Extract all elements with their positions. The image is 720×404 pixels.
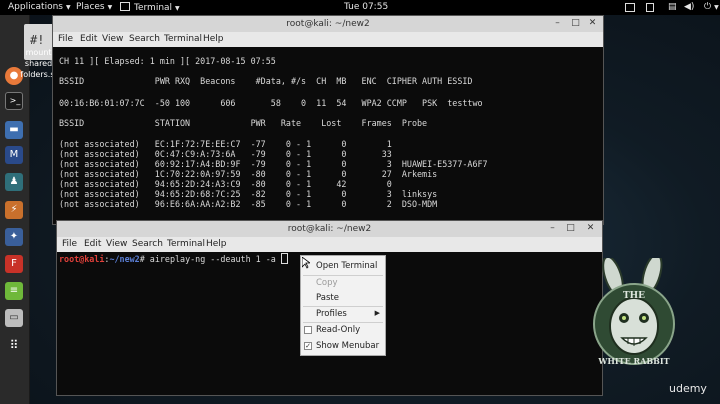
desktop-label-line: shared- bbox=[24, 59, 56, 68]
menubar: File Edit View Search Terminal Help bbox=[57, 237, 602, 252]
metasploit-icon[interactable]: M bbox=[5, 146, 23, 164]
armitage-icon[interactable]: ♟ bbox=[5, 173, 23, 191]
output-line: BSSID STATION PWR Rate Lost Frames Probe bbox=[59, 118, 428, 128]
menu-item-label: Copy bbox=[316, 278, 338, 288]
output-line: (not associated) 96:E6:6A:AA:A2:B2 -85 0… bbox=[59, 199, 438, 209]
faraday-icon[interactable]: F bbox=[5, 255, 23, 273]
top-panel: Applications ▼ Places ▼ Terminal ▼ Tue 07:5… bbox=[0, 0, 720, 15]
text-cursor bbox=[280, 253, 288, 264]
output-line: (not associated) 94:65:2D:68:7C:25 -82 0… bbox=[59, 189, 438, 199]
terminal-app-icon bbox=[120, 2, 130, 11]
menu-search[interactable]: Search bbox=[129, 34, 160, 44]
output-line: 00:16:B6:01:07:7C -50 100 606 58 0 11 54… bbox=[59, 98, 483, 108]
menubar: File Edit View Search Terminal Help bbox=[53, 32, 603, 47]
menu-file[interactable]: File bbox=[58, 34, 73, 44]
menu-item-label: Show Menubar bbox=[316, 341, 380, 351]
terminal-app-menu[interactable]: Terminal ▼ bbox=[120, 2, 180, 13]
output-line: (not associated) 0C:47:C9:A:73:6A -79 0 … bbox=[59, 149, 392, 159]
menu-edit[interactable]: Edit bbox=[80, 34, 97, 44]
menu-item-label: Read-Only bbox=[316, 325, 361, 335]
places-menu[interactable]: Places ▼ bbox=[76, 2, 112, 12]
burpsuite-icon[interactable]: ⚡ bbox=[5, 201, 23, 219]
command-text: aireplay-ng --deauth 1 -a bbox=[144, 254, 281, 264]
output-line: BSSID PWR RXQ Beacons #Data, #/s CH MB E… bbox=[59, 76, 473, 86]
menu-item-copy[interactable]: Copy bbox=[301, 276, 385, 290]
prompt-path: ~/new2 bbox=[109, 254, 140, 264]
desktop-label-line: mount- bbox=[25, 48, 55, 57]
minimize-icon[interactable]: – bbox=[547, 223, 558, 234]
menu-view[interactable]: View bbox=[102, 34, 123, 44]
menu-help[interactable]: Help bbox=[203, 34, 224, 44]
prompt-user: root@kali bbox=[59, 254, 105, 264]
terminal-app-label: Terminal bbox=[134, 3, 173, 13]
network-icon[interactable]: ▤ bbox=[668, 2, 677, 12]
screen-icon[interactable] bbox=[646, 3, 654, 12]
rabbit-emblem-icon: THE WHITE RABBIT bbox=[593, 253, 675, 366]
chevron-right-icon: ▶ bbox=[374, 309, 380, 317]
window-title: root@kali: ~/new2 bbox=[287, 224, 372, 234]
chevron-down-icon: ▼ bbox=[714, 4, 719, 11]
output-line: CH 11 ][ Elapsed: 1 min ][ 2017-08-15 07… bbox=[59, 56, 276, 66]
terminal-window-airodump[interactable]: root@kali: ~/new2 – □ ✕ File Edit View S… bbox=[52, 15, 604, 225]
workspace-icon[interactable] bbox=[625, 3, 635, 12]
close-icon[interactable]: ✕ bbox=[585, 223, 596, 234]
menu-file[interactable]: File bbox=[62, 239, 77, 249]
menu-help[interactable]: Help bbox=[206, 239, 227, 249]
menu-terminal[interactable]: Terminal bbox=[164, 34, 202, 44]
chevron-down-icon: ▼ bbox=[175, 5, 180, 12]
terminal-output: CH 11 ][ Elapsed: 1 min ][ 2017-08-15 07… bbox=[59, 56, 488, 209]
beef-icon[interactable]: ✦ bbox=[5, 228, 23, 246]
menu-item-label: Open Terminal bbox=[316, 261, 378, 271]
terminal-icon[interactable]: >_ bbox=[5, 92, 23, 110]
window-titlebar[interactable]: root@kali: ~/new2 – □ ✕ bbox=[57, 221, 602, 237]
output-line: (not associated) 94:65:2D:24:A3:C9 -80 0… bbox=[59, 179, 392, 189]
show-menubar-checkbox[interactable]: ✓ bbox=[304, 342, 312, 350]
chevron-down-icon: ▼ bbox=[107, 4, 113, 11]
menu-item-show-menubar[interactable]: ✓ Show Menubar bbox=[301, 339, 385, 353]
udemy-brand-label: udemy bbox=[669, 382, 707, 395]
places-label: Places bbox=[76, 2, 105, 12]
white-rabbit-logo: THE WHITE RABBIT bbox=[586, 253, 682, 376]
applications-menu[interactable]: Applications ▼ bbox=[8, 2, 71, 12]
menu-item-paste[interactable]: Paste bbox=[301, 291, 385, 305]
window-titlebar[interactable]: root@kali: ~/new2 – □ ✕ bbox=[53, 16, 603, 32]
mouse-pointer-icon bbox=[302, 257, 310, 269]
menu-terminal[interactable]: Terminal bbox=[167, 239, 205, 249]
show-apps-icon[interactable]: ⠿ bbox=[5, 336, 23, 354]
menu-item-profiles[interactable]: Profiles ▶ bbox=[301, 307, 385, 321]
command-line[interactable]: root@kali:~/new2# aireplay-ng --deauth 1… bbox=[59, 253, 288, 264]
menu-item-open-terminal[interactable]: Open Terminal bbox=[301, 259, 385, 273]
output-line: (not associated) 60:92:17:A4:BD:9F -79 0… bbox=[59, 159, 488, 169]
files-icon[interactable]: ▬ bbox=[5, 121, 23, 139]
menu-item-label: Profiles bbox=[316, 309, 347, 319]
close-icon[interactable]: ✕ bbox=[587, 18, 598, 29]
power-icon[interactable]: ⏻ ▼ bbox=[704, 2, 719, 12]
leafpad-icon[interactable]: ≡ bbox=[5, 282, 23, 300]
menu-item-label: Paste bbox=[316, 293, 339, 303]
window-title: root@kali: ~/new2 bbox=[286, 19, 370, 29]
watermark-line-2: WHITE RABBIT bbox=[597, 356, 669, 366]
output-line: (not associated) 1C:70:22:0A:97:59 -80 0… bbox=[59, 169, 438, 179]
cherrytree-icon[interactable]: ▭ bbox=[5, 309, 23, 327]
maximize-icon[interactable]: □ bbox=[565, 223, 576, 234]
menu-edit[interactable]: Edit bbox=[84, 239, 101, 249]
minimize-icon[interactable]: – bbox=[552, 18, 563, 29]
menu-view[interactable]: View bbox=[106, 239, 127, 249]
read-only-checkbox[interactable] bbox=[304, 326, 312, 334]
watermark-line-1: THE bbox=[623, 291, 645, 301]
context-menu: Open Terminal Copy Paste Profiles ▶ Read-… bbox=[300, 255, 386, 356]
chevron-down-icon: ▼ bbox=[65, 4, 71, 11]
volume-icon[interactable]: ◀) bbox=[684, 2, 694, 12]
clock[interactable]: Tue 07:55 bbox=[344, 2, 388, 12]
menu-search[interactable]: Search bbox=[132, 239, 163, 249]
menu-item-read-only[interactable]: Read-Only bbox=[301, 323, 385, 337]
output-line: (not associated) EC:1F:72:7E:EE:C7 -77 0… bbox=[59, 139, 392, 149]
maximize-icon[interactable]: □ bbox=[570, 18, 581, 29]
applications-label: Applications bbox=[8, 2, 63, 12]
